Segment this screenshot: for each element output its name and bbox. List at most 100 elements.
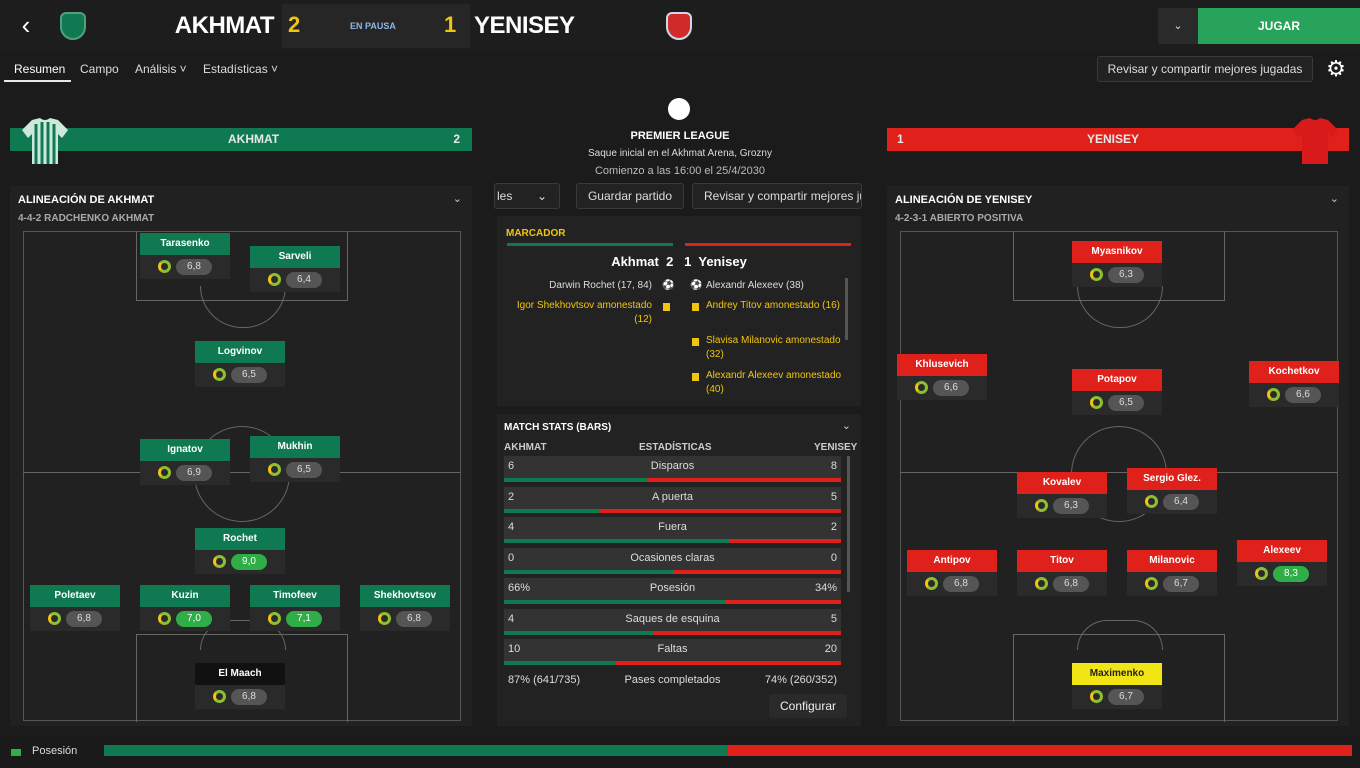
player-name: Mukhin [250, 436, 340, 458]
away-player-card[interactable]: Myasnikov 6,3 [1072, 241, 1162, 289]
home-banner: AKHMAT 2 [10, 128, 472, 151]
away-player-card[interactable]: Kovalev 6,3 [1017, 472, 1107, 520]
player-name: Khlusevich [897, 354, 987, 376]
back-button[interactable]: ‹ [12, 12, 40, 40]
away-player-card[interactable]: Alexeev 8,3 [1237, 540, 1327, 588]
away-player-card[interactable]: Maximenko 6,7 [1072, 663, 1162, 711]
player-rating-row: 6,5 [195, 363, 285, 387]
stats-title: MATCH STATS (BARS) [504, 422, 612, 433]
player-name: Kuzin [140, 585, 230, 607]
home-player-card[interactable]: El Maach 6,8 [195, 663, 285, 711]
stat-away-bar [672, 569, 841, 574]
chevron-down-icon[interactable]: ⌄ [453, 192, 462, 205]
away-banner-name: YENISEY [1087, 132, 1140, 146]
home-player-card[interactable]: Mukhin 6,5 [250, 436, 340, 484]
share-highlights-button[interactable]: Revisar y compartir mejores jugadas [1097, 56, 1313, 82]
player-rating-row: 6,4 [1127, 490, 1217, 514]
gear-icon[interactable]: ⚙ [1322, 56, 1350, 82]
player-rating-row: 6,6 [1249, 383, 1339, 407]
yellow-card-icon [692, 373, 699, 381]
play-button[interactable]: JUGAR [1198, 8, 1360, 44]
player-rating-row: 6,4 [250, 268, 340, 292]
player-name: Shekhovtsov [360, 585, 450, 607]
player-rating: 6,5 [1108, 395, 1144, 411]
stat-away-bar [728, 539, 841, 543]
continue-dropdown-button[interactable]: ⌄ [1158, 8, 1198, 44]
tab-resumen[interactable]: Resumen [14, 62, 65, 76]
player-name: Rochet [195, 528, 285, 550]
save-match-button[interactable]: Guardar partido [576, 183, 684, 209]
league-logo-icon [668, 98, 690, 120]
home-player-card[interactable]: Tarasenko 6,8 [140, 233, 230, 281]
stat-away-value: 34% [814, 582, 837, 594]
chevron-down-icon[interactable]: ⌄ [842, 419, 851, 432]
rating-ring-icon [48, 612, 61, 625]
player-name: Sergio Glez. [1127, 468, 1217, 490]
player-rating: 7,1 [286, 611, 322, 627]
view-dropdown-button[interactable]: les ⌄ [494, 183, 560, 209]
player-name: Antipov [907, 550, 997, 572]
home-player-card[interactable]: Logvinov 6,5 [195, 341, 285, 389]
stat-label: Disparos [650, 460, 695, 472]
player-rating-row: 6,8 [907, 572, 997, 596]
home-lineup-panel: ALINEACIÓN DE AKHMAT 4-4-2 RADCHENKO AKH… [10, 186, 472, 726]
player-name: Maximenko [1072, 663, 1162, 685]
chevron-down-icon[interactable]: ⌄ [1330, 192, 1339, 205]
stat-away-value: 5 [830, 490, 837, 503]
chevron-down-icon: ⌄ [537, 189, 548, 203]
home-player-card[interactable]: Rochet 9,0 [195, 528, 285, 576]
home-player-card[interactable]: Ignatov 6,9 [140, 439, 230, 487]
home-banner-name: AKHMAT [228, 132, 280, 146]
away-player-card[interactable]: Milanovic 6,7 [1127, 550, 1217, 598]
stat-home-bar [504, 569, 673, 574]
rating-ring-icon [1267, 388, 1280, 401]
scoreboard-scrollbar[interactable] [845, 278, 848, 340]
tab-estadisticas[interactable]: Estadísticas ˅ [203, 62, 278, 76]
pitch-arc-top [1077, 286, 1163, 328]
away-card-event: Slavisa Milanovic amonestado (32) [706, 335, 841, 360]
tab-analisis[interactable]: Análisis ˅ [135, 62, 187, 76]
rating-ring-icon [158, 466, 171, 479]
player-rating-row: 6,6 [897, 376, 987, 400]
ball-icon: ⚽ [690, 280, 703, 291]
rating-ring-icon [915, 381, 928, 394]
player-rating: 6,8 [943, 576, 979, 592]
player-rating-row: 6,8 [140, 255, 230, 279]
player-name: Titov [1017, 550, 1107, 572]
possession-away-bar [728, 745, 1352, 756]
rating-ring-icon [1255, 567, 1268, 580]
player-rating: 6,9 [176, 465, 212, 481]
ball-icon: ⚽ [662, 280, 675, 291]
away-player-card[interactable]: Kochetkov 6,6 [1249, 361, 1339, 409]
away-player-card[interactable]: Titov 6,8 [1017, 550, 1107, 598]
home-player-card[interactable]: Sarveli 6,4 [250, 246, 340, 294]
home-shirt-icon [22, 118, 68, 164]
rating-ring-icon [268, 463, 281, 476]
rating-ring-icon [1145, 495, 1158, 508]
share-highlights-button-2[interactable]: Revisar y compartir mejores ju [692, 183, 862, 209]
away-player-card[interactable]: Antipov 6,8 [907, 550, 997, 598]
away-player-card[interactable]: Sergio Glez. 6,4 [1127, 468, 1217, 516]
home-player-card[interactable]: Timofeev 7,1 [250, 585, 340, 633]
home-player-card[interactable]: Kuzin 7,0 [140, 585, 230, 633]
player-name: Timofeev [250, 585, 340, 607]
home-card-event: Igor Shekhovtsov amonestado (12) [516, 300, 652, 325]
away-card-event: Alexandr Alexeev amonestado (40) [706, 370, 842, 395]
home-player-card[interactable]: Poletaev 6,8 [30, 585, 120, 633]
player-rating-row: 6,7 [1127, 572, 1217, 596]
configure-button[interactable]: Configurar [769, 694, 847, 718]
home-player-card[interactable]: Shekhovtsov 6,8 [360, 585, 450, 633]
stats-scrollbar[interactable] [847, 456, 850, 592]
yellow-card-icon [692, 338, 699, 346]
rating-ring-icon [213, 690, 226, 703]
player-rating: 6,5 [286, 462, 322, 478]
player-rating-row: 6,7 [1072, 685, 1162, 709]
tab-campo[interactable]: Campo [80, 62, 119, 76]
away-player-card[interactable]: Khlusevich 6,6 [897, 354, 987, 402]
away-player-card[interactable]: Potapov 6,5 [1072, 369, 1162, 417]
player-name: Sarveli [250, 246, 340, 268]
player-name: Logvinov [195, 341, 285, 363]
rating-ring-icon [1035, 577, 1048, 590]
home-formation: 4-4-2 RADCHENKO AKHMAT [18, 213, 155, 224]
rating-ring-icon [1035, 499, 1048, 512]
